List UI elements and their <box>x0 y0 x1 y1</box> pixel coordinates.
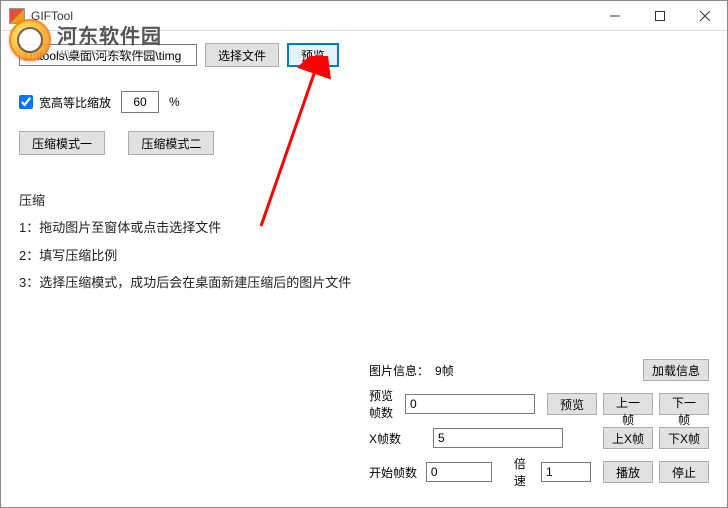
percent-label: % <box>169 95 180 109</box>
window-controls <box>592 1 727 31</box>
compress-mode-1-button[interactable]: 压缩模式一 <box>19 131 105 155</box>
load-info-button[interactable]: 加载信息 <box>643 359 709 381</box>
minimize-button[interactable] <box>592 1 637 31</box>
start-frames-label: 开始帧数 <box>369 464 420 481</box>
instruction-line-3: 3：选择压缩模式，成功后会在桌面新建压缩后的图片文件 <box>19 269 709 296</box>
play-button[interactable]: 播放 <box>603 461 653 483</box>
x-frames-label: X帧数 <box>369 430 427 447</box>
maximize-button[interactable] <box>637 1 682 31</box>
preview-frame-button[interactable]: 预览 <box>547 393 597 415</box>
x-frames-input[interactable] <box>433 428 563 448</box>
speed-label: 倍速 <box>514 455 535 489</box>
instructions-heading: 压缩 <box>19 187 709 214</box>
instruction-line-2: 2：填写压缩比例 <box>19 242 709 269</box>
aspect-ratio-checkbox[interactable] <box>19 95 33 109</box>
watermark-text-en: WWW.PC0359.CN <box>57 49 162 60</box>
watermark-overlay: 河东软件园 WWW.PC0359.CN <box>9 19 162 61</box>
preview-button[interactable]: 预览 <box>287 43 339 67</box>
compress-mode-2-button[interactable]: 压缩模式二 <box>128 131 214 155</box>
preview-frames-label: 预览帧数 <box>369 387 399 421</box>
instructions-block: 压缩 1：拖动图片至窗体或点击选择文件 2：填写压缩比例 3：选择压缩模式，成功… <box>19 187 709 296</box>
preview-frames-input[interactable] <box>405 394 535 414</box>
instruction-line-1: 1：拖动图片至窗体或点击选择文件 <box>19 214 709 241</box>
scale-row: 宽高等比缩放 % <box>19 91 709 113</box>
next-frame-button[interactable]: 下一帧 <box>659 393 709 415</box>
aspect-ratio-label: 宽高等比缩放 <box>39 94 111 111</box>
prev-frame-button[interactable]: 上一帧 <box>603 393 653 415</box>
stop-button[interactable]: 停止 <box>659 461 709 483</box>
down-x-frame-button[interactable]: 下X帧 <box>659 427 709 449</box>
content-area: 选择文件 预览 宽高等比缩放 % 压缩模式一 压缩模式二 压缩 1：拖动图片至窗… <box>1 31 727 308</box>
watermark-logo <box>9 19 51 61</box>
watermark-text-cn: 河东软件园 <box>57 20 162 49</box>
select-file-button[interactable]: 选择文件 <box>205 43 279 67</box>
image-info-value: 9帧 <box>435 362 454 379</box>
up-x-frame-button[interactable]: 上X帧 <box>603 427 653 449</box>
mode-buttons-row: 压缩模式一 压缩模式二 <box>19 131 709 155</box>
scale-value-input[interactable] <box>121 91 159 113</box>
info-panel: 图片信息： 9帧 加载信息 预览帧数 预览 上一帧 下一帧 X帧数 上X帧 下X… <box>369 359 709 495</box>
close-button[interactable] <box>682 1 727 31</box>
speed-input[interactable] <box>541 462 591 482</box>
start-frames-input[interactable] <box>426 462 492 482</box>
image-info-label: 图片信息： <box>369 362 429 379</box>
